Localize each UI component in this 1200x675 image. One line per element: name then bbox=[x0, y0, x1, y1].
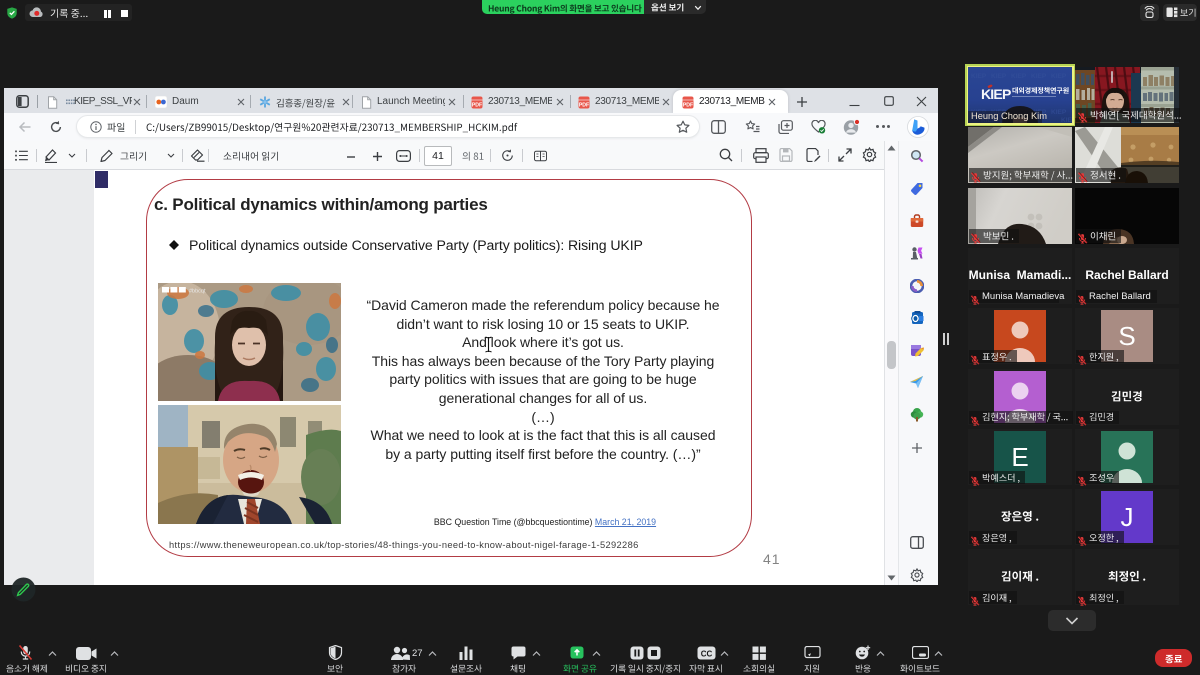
svg-text:KIEP: KIEP bbox=[1031, 73, 1047, 80]
svg-text:KIEP: KIEP bbox=[981, 86, 1011, 102]
svg-text:KIEP: KIEP bbox=[1011, 73, 1027, 80]
svg-text:KIEP: KIEP bbox=[1061, 117, 1072, 123]
svg-text:PDF: PDF bbox=[579, 102, 589, 108]
svg-text:CC: CC bbox=[701, 649, 713, 658]
svg-text:KIEP: KIEP bbox=[971, 73, 987, 80]
svg-text:KIEP: KIEP bbox=[991, 73, 1007, 80]
svg-text:KIEP: KIEP bbox=[1051, 109, 1067, 116]
svg-text:#bbcqt: #bbcqt bbox=[189, 289, 206, 295]
svg-text:KIEP: KIEP bbox=[1051, 73, 1067, 80]
svg-text:PDF: PDF bbox=[472, 102, 482, 108]
svg-text:PDF: PDF bbox=[683, 102, 693, 108]
